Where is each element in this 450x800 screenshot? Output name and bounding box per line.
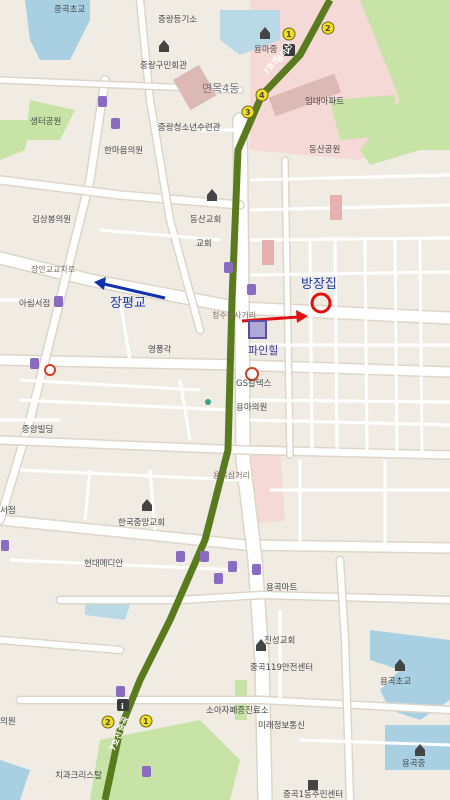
- bus-stop-icon[interactable]: [1, 540, 9, 551]
- exit-2-bottom-label: 2: [105, 718, 111, 727]
- label-dental: 치과크리스탈: [55, 771, 102, 781]
- label-pediatric: 소아자폐증진료소: [206, 705, 269, 716]
- label-yongma-clinic: 용마의원: [236, 402, 267, 413]
- info-icon-bottom-glyph: i: [121, 702, 124, 711]
- annotation-target: 방장집: [301, 277, 337, 292]
- exit-2-top-label: 2: [325, 24, 331, 33]
- label-bottom-center: 중곡1동주민센터: [283, 789, 343, 800]
- bus-stop-icon[interactable]: [142, 766, 151, 777]
- label-hanguk-jungang: 한국중앙교회: [118, 517, 165, 528]
- label-dongsan-church: 동산교회: [190, 214, 221, 225]
- bus-stop-icon[interactable]: [54, 296, 63, 307]
- label-jungang-bldg: 중앙빌딩: [22, 424, 53, 435]
- label-cheongsu: 청수장사거리: [212, 310, 256, 320]
- bus-stop-icon[interactable]: [176, 551, 185, 562]
- bus-stop-icon[interactable]: [30, 358, 39, 369]
- label-yeongpung: 영풍각: [148, 344, 172, 355]
- building-pink-4: [262, 240, 274, 265]
- bus-stop-icon[interactable]: [224, 262, 233, 273]
- exit-1-bottom-label: 1: [143, 717, 149, 726]
- pharmacy-icon[interactable]: [205, 399, 211, 405]
- bus-stop-icon[interactable]: [200, 551, 209, 562]
- label-saenteo-park: 생터공원: [30, 116, 61, 127]
- bus-stop-icon[interactable]: [111, 118, 120, 129]
- label-myeonmok4: 면목4동: [202, 82, 239, 95]
- map-canvas[interactable]: 1 2 3 4 i 7호선 용마산 1 2 i 7호선 중곡 중곡초교 중랑등기…: [0, 0, 450, 800]
- label-hanmaeum: 한마음의원: [104, 145, 143, 156]
- label-yonggok-mart: 용곡마트: [266, 583, 297, 593]
- exit-4-label: 4: [259, 91, 265, 100]
- annotation-pine-hill: 파인힐: [248, 344, 278, 357]
- bus-stop-icon[interactable]: [98, 96, 107, 107]
- pine-hill-marker-icon[interactable]: [248, 320, 267, 339]
- annotation-jangpyeong: 장평교: [110, 296, 146, 311]
- label-imdae-apt: 임대아파트: [305, 96, 344, 107]
- label-yongma-mid: 용마중: [254, 45, 278, 55]
- label-church: 교회: [196, 239, 212, 249]
- label-119-center: 중곡119안전센터: [250, 662, 313, 673]
- label-seojeom: 서점: [0, 505, 16, 516]
- label-dongsan-park: 동산공원: [309, 144, 340, 155]
- label-left-cut: 의원: [0, 716, 16, 727]
- label-junggok-elem: 중곡초교: [54, 5, 85, 15]
- bus-stop-icon[interactable]: [228, 561, 237, 572]
- label-yonggok-elem: 용곡초교: [380, 677, 411, 687]
- exit-3-label: 3: [245, 108, 251, 117]
- label-jungrang-youth: 중랑청소년수련관: [158, 122, 221, 133]
- bus-stop-icon[interactable]: [252, 564, 261, 575]
- label-yonggok-mid: 용곡중: [402, 759, 426, 769]
- label-jungrang-hall: 중랑구민회관: [140, 60, 187, 71]
- label-hyundai-med: 현대메디안: [84, 558, 123, 569]
- building-pink-3: [330, 195, 342, 220]
- label-jungrang-registry: 중랑등기소: [158, 14, 197, 25]
- gas-station-icon-left[interactable]: [44, 364, 56, 376]
- exit-1-top-label: 1: [286, 30, 292, 39]
- bus-stop-icon[interactable]: [247, 284, 256, 295]
- office-icon[interactable]: [308, 780, 318, 790]
- label-kimsangbong: 김상봉의원: [32, 214, 71, 225]
- label-jinseong: 진성교회: [264, 635, 295, 646]
- label-gs: GS칼텍스: [236, 378, 272, 389]
- label-yonggok-intersection: 용곡삼거리: [213, 470, 250, 480]
- bus-stop-icon[interactable]: [116, 686, 125, 697]
- label-arim: 아림서점: [19, 298, 50, 309]
- label-mirae: 미래정보통신: [258, 720, 305, 731]
- label-jangan-intersection: 장안교교차로: [31, 264, 75, 274]
- bus-stop-icon[interactable]: [214, 573, 223, 584]
